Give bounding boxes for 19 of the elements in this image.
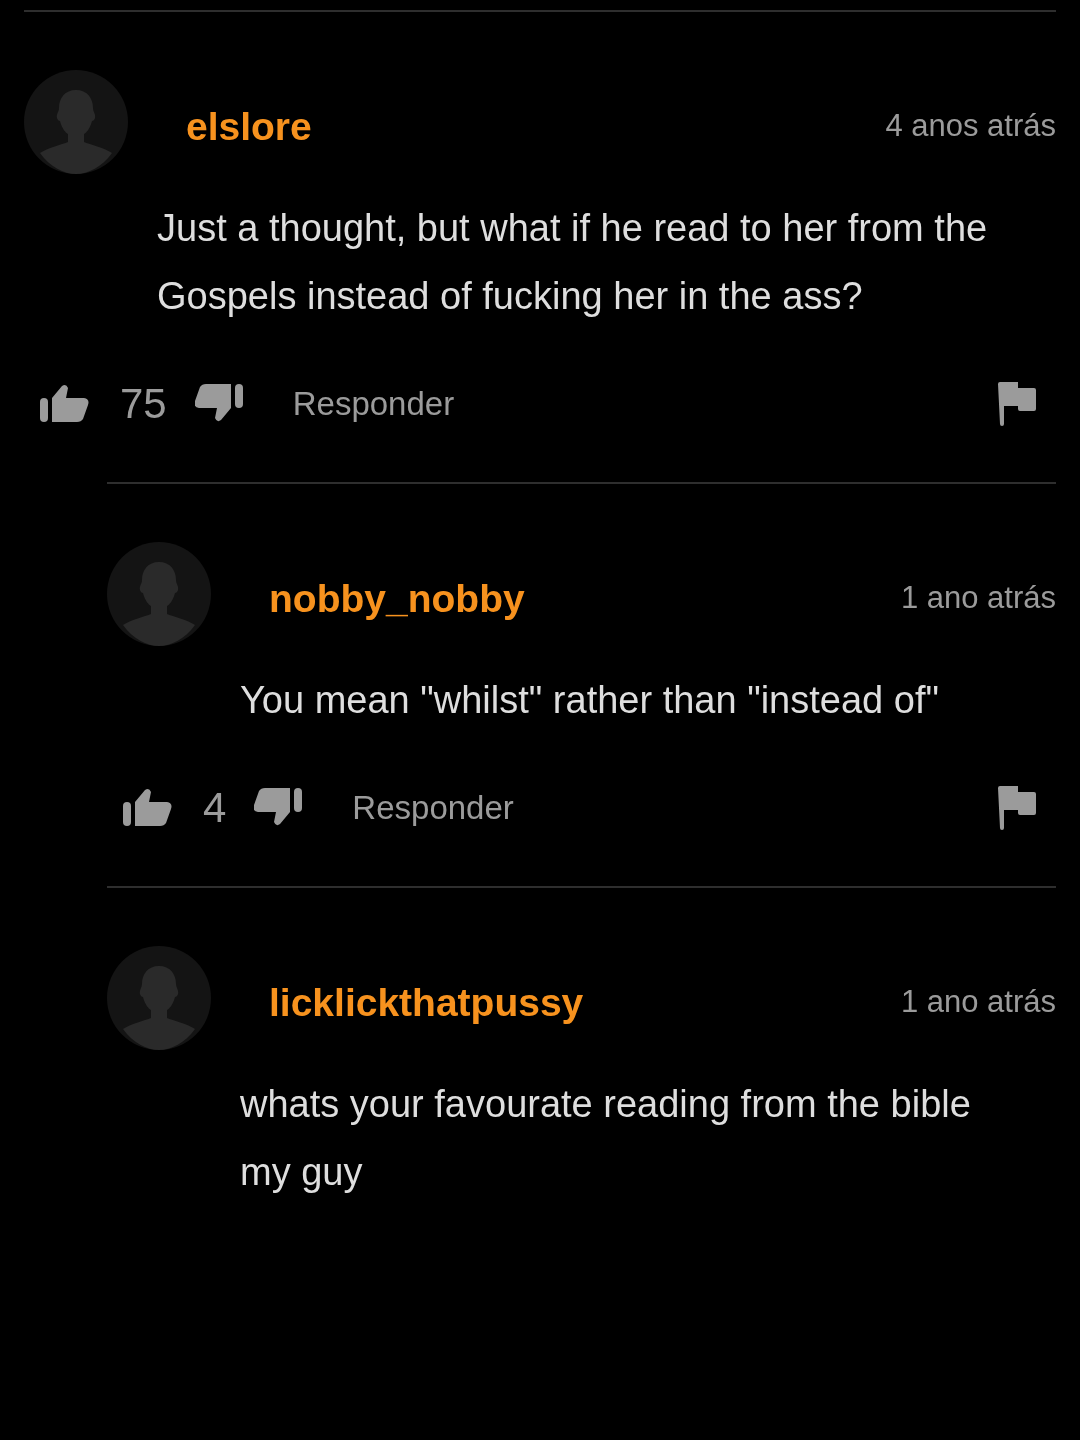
like-count: 75 xyxy=(120,380,167,428)
reply-link[interactable]: Responder xyxy=(292,385,455,423)
username: licklickthatpussy xyxy=(269,981,584,1025)
like-count: 4 xyxy=(203,784,227,832)
comment-time: 1 ano atrás xyxy=(900,580,1056,616)
username: elslore xyxy=(186,105,312,149)
thumbs-up-icon[interactable] xyxy=(123,788,173,828)
reply-link[interactable]: Responder xyxy=(352,789,514,827)
thumbs-down-icon[interactable] xyxy=(254,788,305,828)
comment-text: whats your favourate reading from the bible my guy xyxy=(240,1082,972,1195)
flag-icon[interactable] xyxy=(998,786,1036,830)
comment-text: You mean "whilst" rather than "instead of" xyxy=(240,678,940,723)
flag-icon[interactable] xyxy=(998,382,1036,426)
comment-time: 4 anos atrás xyxy=(885,108,1056,144)
username: nobby_nobby xyxy=(269,577,525,621)
thumbs-up-icon[interactable] xyxy=(40,384,90,424)
comment-text: Just a thought, but what if he read to her from the Gospels instead of fucking her in the ass? xyxy=(157,206,989,319)
comment-time: 1 ano atrás xyxy=(900,984,1056,1020)
thumbs-down-icon[interactable] xyxy=(194,384,245,424)
